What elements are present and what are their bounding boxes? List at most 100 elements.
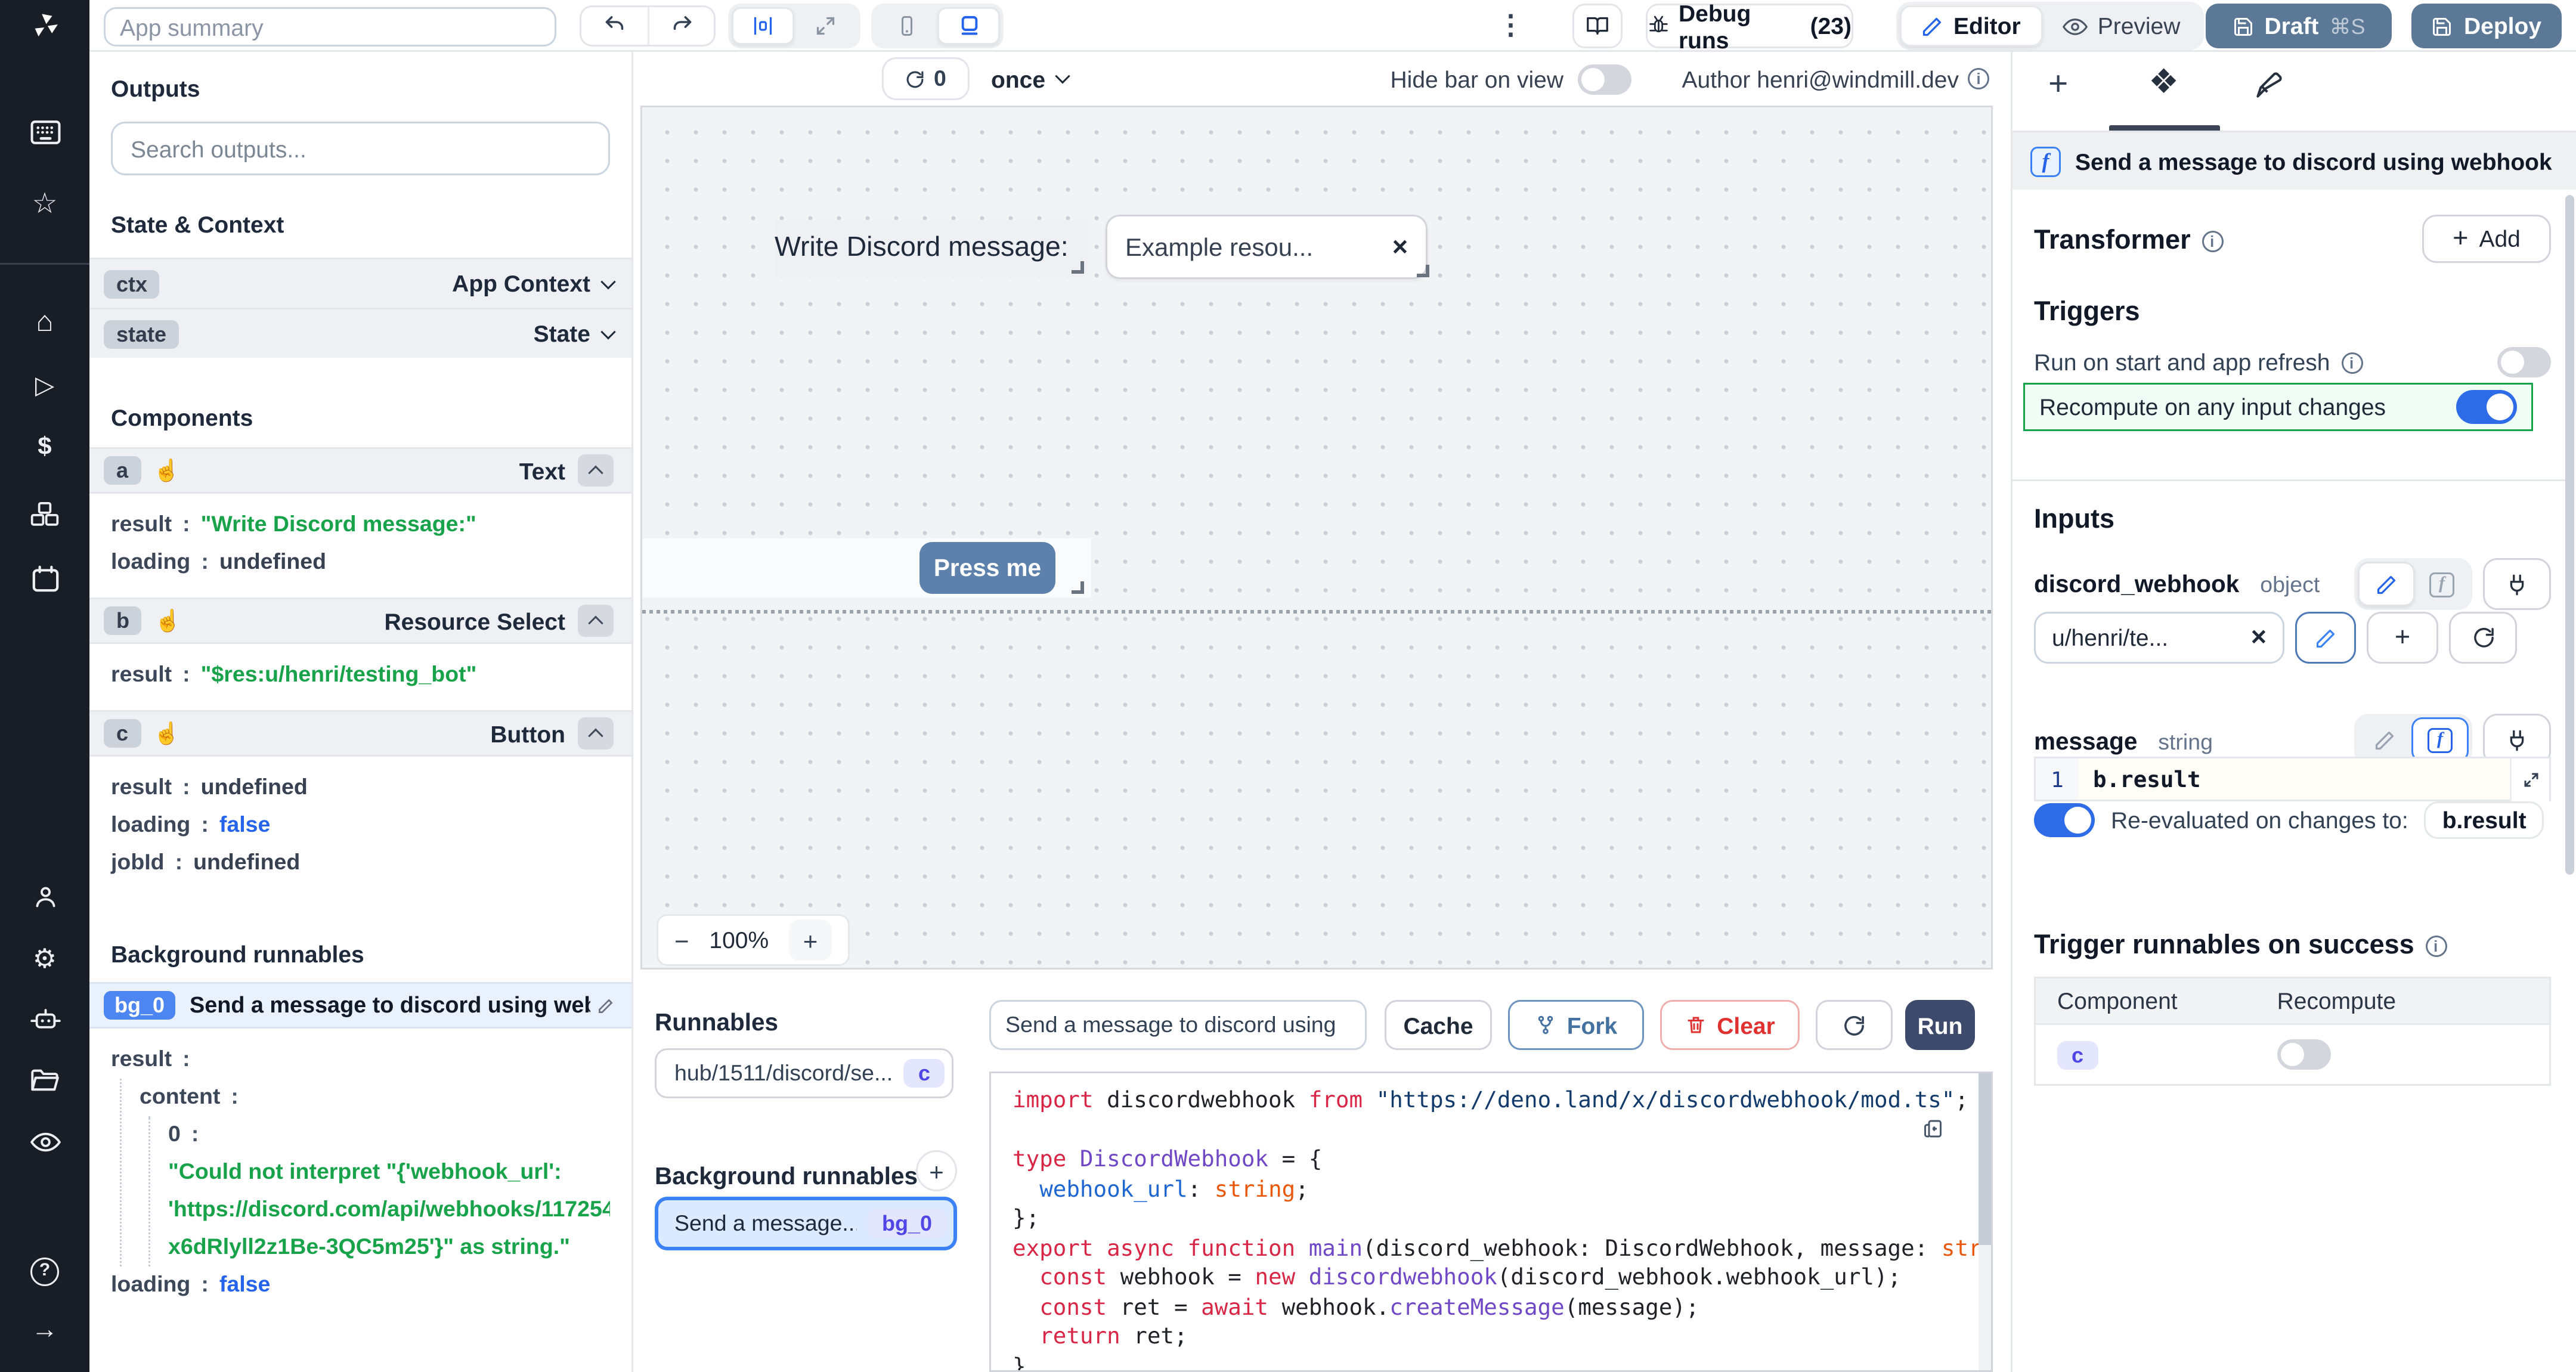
bg0-row[interactable]: bg_0 Send a message to discord using web…: [89, 982, 631, 1029]
collapse-arrow-icon[interactable]: →: [0, 1315, 89, 1343]
favorites-star-icon[interactable]: ☆: [0, 191, 89, 220]
cache-button[interactable]: Cache: [1385, 1000, 1492, 1050]
run-on-start-toggle[interactable]: [2497, 347, 2551, 377]
key[interactable]: result: [111, 769, 172, 807]
run-button[interactable]: Run: [1905, 1000, 1975, 1050]
resize-handle[interactable]: [1072, 581, 1084, 594]
expression-code[interactable]: b.result: [2079, 758, 2510, 800]
reeval-toggle[interactable]: [2034, 803, 2095, 837]
draft-button[interactable]: Draft ⌘S: [2206, 4, 2392, 48]
key[interactable]: result: [111, 1041, 172, 1079]
windmill-logo[interactable]: [0, 0, 89, 52]
refresh-resource-button[interactable]: [2449, 612, 2517, 664]
collapse-button[interactable]: [578, 717, 614, 750]
app-summary-input[interactable]: [104, 7, 556, 47]
runs-play-icon[interactable]: ▷: [0, 370, 89, 399]
component-b-header[interactable]: b ☝ Resource Select: [89, 597, 631, 644]
message-expression-editor[interactable]: 1 b.result: [2034, 757, 2551, 801]
edit-resource-button[interactable]: [2295, 612, 2356, 664]
editor-refresh-button[interactable]: [1816, 1000, 1893, 1050]
component-a-header[interactable]: a ☝ Text: [89, 447, 631, 494]
resize-handle[interactable]: [1417, 265, 1429, 277]
zoom-in-button[interactable]: +: [789, 919, 832, 961]
eval-f-mode[interactable]: f: [2411, 717, 2469, 762]
clear-select-icon[interactable]: ×: [1392, 232, 1408, 262]
connect-plug-button[interactable]: [2483, 558, 2551, 610]
key[interactable]: jobId: [111, 844, 165, 882]
schedules-calendar-icon[interactable]: [0, 563, 89, 592]
mobile-view-button[interactable]: [875, 7, 937, 45]
chevron-down-icon[interactable]: [600, 274, 615, 289]
key[interactable]: loading: [111, 807, 190, 844]
search-outputs-input[interactable]: [111, 122, 610, 175]
static-pencil-mode[interactable]: [2358, 562, 2415, 606]
collapse-button[interactable]: [578, 454, 614, 487]
recompute-toggle[interactable]: [2456, 390, 2517, 424]
workspace-apps-icon[interactable]: [0, 118, 89, 147]
key[interactable]: loading: [111, 544, 190, 581]
full-width-button[interactable]: [794, 7, 857, 45]
ctx-row[interactable]: ctx App Context: [89, 258, 631, 308]
clear-x-icon[interactable]: ×: [2251, 622, 2267, 653]
expand-editor-button[interactable]: [2510, 758, 2549, 801]
bg-runnable-selected-item[interactable]: Send a message... bg_0: [655, 1197, 957, 1250]
info-icon[interactable]: i: [2202, 230, 2223, 252]
edit-pencil-icon[interactable]: [597, 998, 614, 1014]
text-component-a[interactable]: Write Discord message:: [775, 220, 1088, 277]
info-icon[interactable]: i: [1968, 68, 1989, 89]
component-settings-tab[interactable]: ❖: [2148, 66, 2179, 100]
refresh-count-button[interactable]: 0: [882, 57, 970, 100]
deploy-button[interactable]: Deploy: [2411, 4, 2562, 48]
redo-button[interactable]: [648, 7, 714, 45]
key[interactable]: content: [140, 1079, 220, 1116]
panel-scrollbar[interactable]: [2565, 195, 2574, 875]
resize-handle[interactable]: [1072, 261, 1084, 274]
docs-button[interactable]: [1572, 4, 1623, 48]
app-canvas[interactable]: Write Discord message: Example resou... …: [640, 106, 1993, 970]
variables-dollar-icon[interactable]: $: [0, 431, 89, 460]
audit-eye-icon[interactable]: [0, 1127, 89, 1156]
folders-icon[interactable]: [0, 1066, 89, 1095]
press-me-button-component-c[interactable]: Press me: [919, 542, 1055, 594]
eval-f-mode[interactable]: f: [2415, 562, 2469, 606]
tab-editor[interactable]: Editor: [1900, 5, 2042, 47]
add-transformer-button[interactable]: +Add: [2422, 215, 2551, 263]
resources-cubes-icon[interactable]: [0, 499, 89, 528]
recompute-row-toggle[interactable]: [2277, 1039, 2331, 1070]
collapse-button[interactable]: [578, 605, 614, 637]
runnable-name-input[interactable]: [989, 1000, 1367, 1050]
reeval-dependency-pill[interactable]: b.result: [2425, 801, 2544, 839]
component-c-header[interactable]: c ☝ Button: [89, 710, 631, 757]
styling-brush-tab[interactable]: [2254, 70, 2284, 100]
key[interactable]: 0: [168, 1116, 181, 1154]
users-person-icon[interactable]: [0, 882, 89, 910]
debug-runs-button[interactable]: Debug runs (23): [1646, 4, 1853, 48]
add-bg-runnable-button[interactable]: +: [916, 1150, 957, 1191]
settings-gear-icon[interactable]: ⚙: [0, 944, 89, 973]
hide-bar-toggle[interactable]: [1578, 64, 1631, 94]
tab-preview[interactable]: Preview: [2042, 5, 2200, 47]
static-pencil-mode[interactable]: [2358, 717, 2411, 762]
help-icon[interactable]: ?: [0, 1256, 89, 1286]
code-editor[interactable]: import discordwebhook from "https://deno…: [989, 1071, 1993, 1372]
info-icon[interactable]: i: [2425, 935, 2447, 956]
centered-layout-button[interactable]: [732, 7, 794, 45]
discord-webhook-value-field[interactable]: u/henri/te... ×: [2034, 612, 2284, 664]
copy-clipboard-icon[interactable]: [1921, 1116, 1945, 1141]
workers-robot-icon[interactable]: [0, 1005, 89, 1034]
zoom-out-button[interactable]: −: [674, 926, 689, 955]
key[interactable]: result: [111, 656, 172, 694]
frequency-dropdown[interactable]: once: [991, 52, 1069, 106]
more-options-kebab[interactable]: ⋮: [1497, 9, 1524, 41]
undo-button[interactable]: [581, 7, 648, 45]
resource-select-component-b[interactable]: Example resou... ×: [1106, 215, 1428, 279]
code-scrollbar[interactable]: [1979, 1073, 1991, 1370]
desktop-view-button[interactable]: [937, 7, 1000, 45]
clear-button[interactable]: Clear: [1660, 1000, 1800, 1050]
info-icon[interactable]: i: [2341, 352, 2363, 373]
home-icon[interactable]: ⌂: [0, 309, 89, 338]
insert-component-tab[interactable]: +: [2048, 68, 2068, 102]
key[interactable]: loading: [111, 1266, 190, 1304]
fork-button[interactable]: Fork: [1508, 1000, 1644, 1050]
state-row[interactable]: state State: [89, 308, 631, 358]
